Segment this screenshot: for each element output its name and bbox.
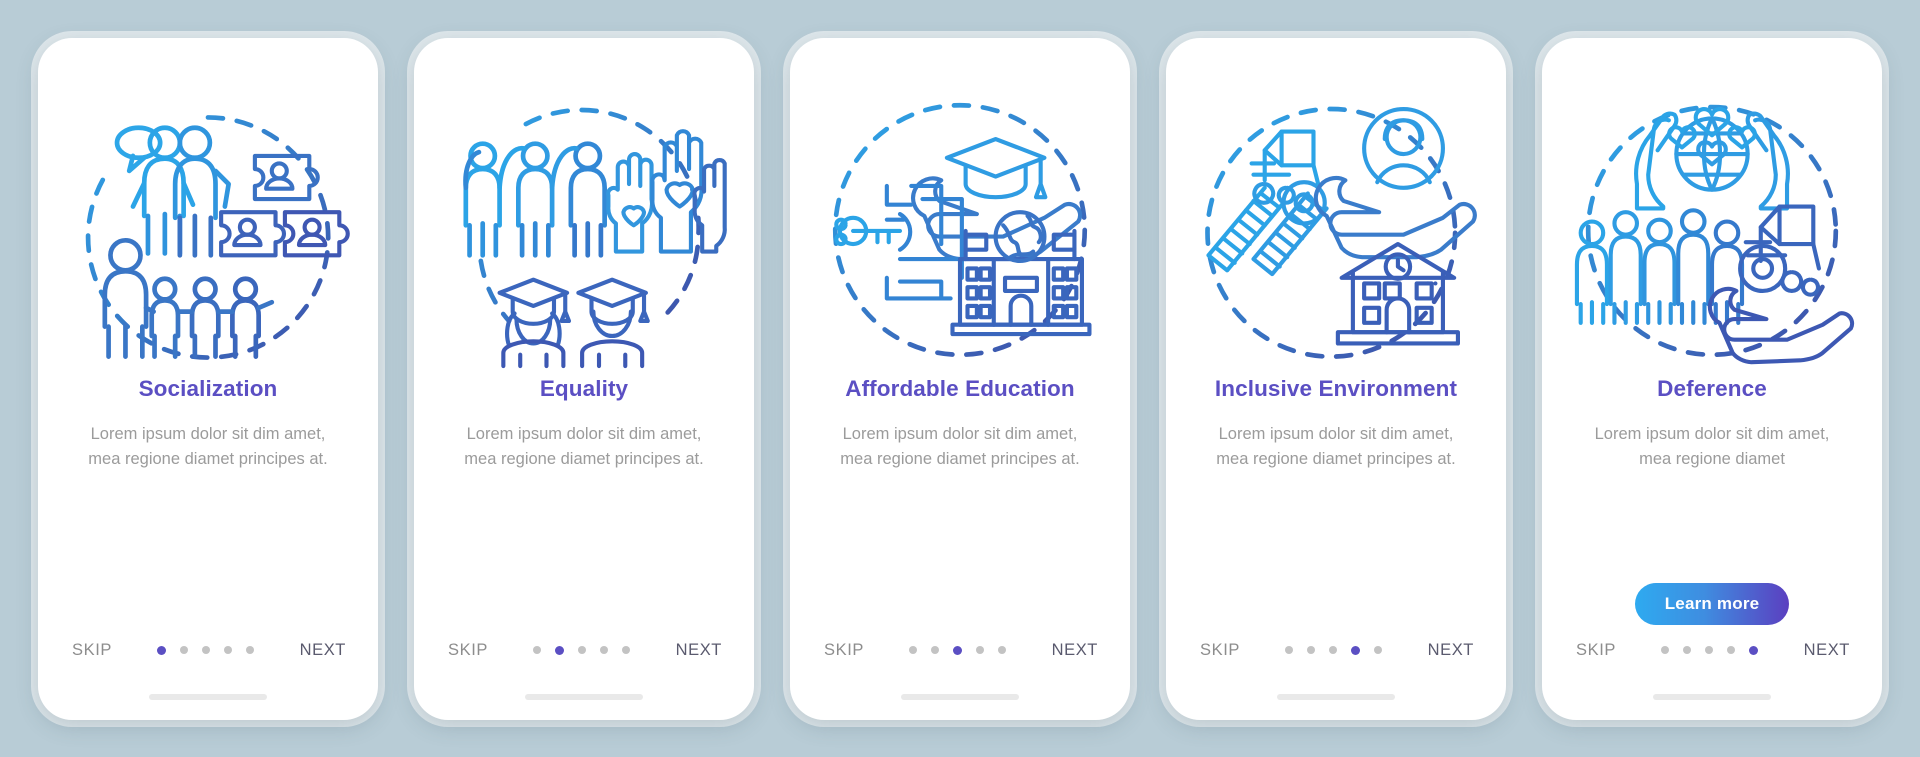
home-indicator bbox=[1653, 693, 1771, 700]
socialization-illustration bbox=[85, 114, 350, 360]
step-dot-5[interactable] bbox=[246, 646, 255, 654]
screen-nav-row: SKIP NEXT bbox=[812, 641, 1108, 660]
skip-button[interactable]: SKIP bbox=[72, 641, 112, 660]
home-indicator bbox=[525, 693, 643, 700]
step-dot-1[interactable] bbox=[533, 646, 542, 654]
next-button[interactable]: NEXT bbox=[300, 641, 346, 660]
skip-button[interactable]: SKIP bbox=[824, 641, 864, 660]
screen-description: Lorem ipsum dolor sit dim amet, mea regi… bbox=[88, 424, 328, 468]
step-dot-1[interactable] bbox=[1661, 646, 1670, 654]
screen-title: Affordable Education bbox=[845, 375, 1075, 401]
step-dots bbox=[157, 645, 255, 655]
step-dot-3[interactable] bbox=[1329, 646, 1338, 654]
step-dot-3[interactable] bbox=[202, 646, 211, 654]
step-dot-2[interactable] bbox=[1683, 646, 1692, 654]
step-dot-1[interactable] bbox=[909, 646, 918, 654]
step-dot-1[interactable] bbox=[1285, 646, 1294, 654]
skip-button[interactable]: SKIP bbox=[1200, 641, 1240, 660]
next-button[interactable]: NEXT bbox=[1428, 641, 1474, 660]
step-dot-5[interactable] bbox=[1374, 646, 1383, 654]
onboarding-screen-deference: Deference Lorem ipsum dolor sit dim amet… bbox=[1542, 37, 1882, 720]
step-dots bbox=[1661, 645, 1759, 655]
screen-nav-row: SKIP NEXT bbox=[436, 641, 732, 660]
home-indicator bbox=[1277, 693, 1395, 700]
home-indicator bbox=[901, 693, 1019, 700]
step-dot-5[interactable] bbox=[622, 646, 631, 654]
inclusive-environment-illustration bbox=[1205, 106, 1477, 359]
step-dot-2[interactable] bbox=[1307, 646, 1316, 654]
step-dot-2[interactable] bbox=[931, 646, 940, 654]
step-dot-2[interactable] bbox=[180, 646, 189, 654]
step-dot-3[interactable] bbox=[578, 646, 587, 654]
step-dot-4[interactable] bbox=[600, 646, 609, 654]
onboarding-screen-socialization: Socialization Lorem ipsum dolor sit dim … bbox=[38, 37, 378, 720]
screen-description: Lorem ipsum dolor sit dim amet, mea regi… bbox=[1216, 424, 1456, 468]
onboarding-screen-equality: Equality Lorem ipsum dolor sit dim amet,… bbox=[414, 37, 754, 720]
step-dots bbox=[1285, 645, 1383, 655]
next-button[interactable]: NEXT bbox=[1804, 641, 1850, 660]
skip-button[interactable]: SKIP bbox=[448, 641, 488, 660]
screen-title: Equality bbox=[539, 375, 629, 401]
step-dot-4[interactable] bbox=[224, 646, 233, 654]
step-dot-4[interactable] bbox=[1727, 646, 1736, 654]
step-dot-1[interactable] bbox=[157, 645, 167, 655]
screen-nav-row: SKIP NEXT bbox=[60, 641, 356, 660]
step-dot-4[interactable] bbox=[976, 646, 985, 654]
equality-illustration bbox=[463, 107, 727, 368]
step-dot-5[interactable] bbox=[1749, 645, 1759, 655]
next-button[interactable]: NEXT bbox=[676, 641, 722, 660]
screen-nav-row: SKIP NEXT bbox=[1188, 641, 1484, 660]
step-dot-3[interactable] bbox=[1705, 646, 1714, 654]
learn-more-button[interactable]: Learn more bbox=[1634, 582, 1790, 625]
screen-description: Lorem ipsum dolor sit dim amet, mea regi… bbox=[840, 424, 1080, 468]
onboarding-screens-board: Socialization Lorem ipsum dolor sit dim … bbox=[0, 0, 1920, 757]
screen-nav-row: SKIP NEXT bbox=[1564, 641, 1860, 660]
screen-description: Lorem ipsum dolor sit dim amet, mea regi… bbox=[1594, 424, 1830, 468]
screen-title: Deference bbox=[1657, 375, 1767, 401]
onboarding-screen-inclusive-environment: Inclusive Environment Lorem ipsum dolor … bbox=[1166, 37, 1506, 720]
skip-button[interactable]: SKIP bbox=[1576, 641, 1616, 660]
onboarding-screen-affordable-education: Affordable Education Lorem ipsum dolor s… bbox=[790, 37, 1130, 720]
home-indicator bbox=[149, 693, 267, 700]
next-button[interactable]: NEXT bbox=[1052, 641, 1098, 660]
step-dot-4[interactable] bbox=[1351, 645, 1361, 655]
deference-illustration bbox=[1574, 104, 1855, 364]
step-dot-3[interactable] bbox=[953, 645, 963, 655]
step-dot-2[interactable] bbox=[555, 645, 565, 655]
step-dot-5[interactable] bbox=[998, 646, 1007, 654]
screen-title: Socialization bbox=[138, 375, 278, 401]
screen-description: Lorem ipsum dolor sit dim amet, mea regi… bbox=[464, 424, 704, 468]
step-dots bbox=[533, 645, 631, 655]
affordable-education-illustration bbox=[832, 102, 1092, 357]
screen-title: Inclusive Environment bbox=[1214, 375, 1458, 401]
step-dots bbox=[909, 645, 1007, 655]
